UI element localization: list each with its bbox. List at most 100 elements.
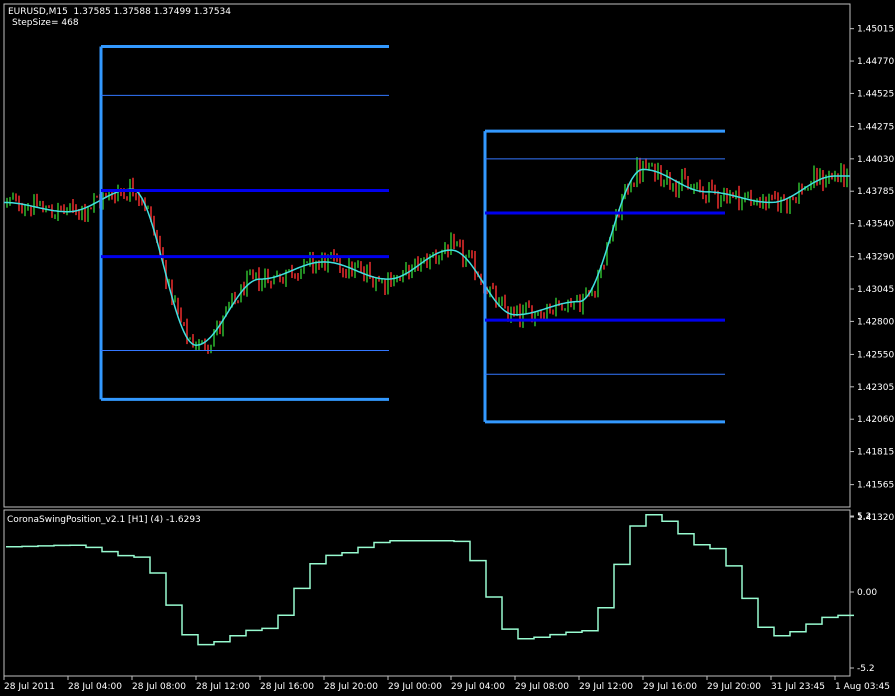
price-bar [807,187,809,191]
price-bar [672,183,674,192]
price-bar [768,193,770,209]
price-bar [135,192,137,201]
stepsize-label: StepSize= 468 [12,18,79,28]
price-bar [465,254,467,267]
price-bar [747,191,749,199]
price-bar [54,214,56,220]
price-bar [357,260,359,268]
price-tick-label: 1.43540 [857,220,894,230]
price-bar [111,191,113,200]
price-bar [786,198,788,214]
price-bar [84,203,86,222]
price-bar [9,197,11,206]
price-bar [270,280,272,289]
price-bar [501,296,503,307]
price-bar [249,269,251,276]
price-tick-label: 1.43045 [857,285,894,295]
price-tick-label: 1.41815 [857,448,894,458]
price-bar [495,285,497,308]
price-bar [522,304,524,328]
price-bar [15,193,17,202]
price-bar [24,204,26,217]
swing-box [99,45,389,401]
price-bar [840,163,842,183]
price-bar [297,272,299,281]
price-bar [210,344,212,354]
price-bar [750,189,752,206]
price-bar [681,168,683,192]
price-bar [321,252,323,268]
indicator-tick-label: 5.2 [857,512,871,522]
price-bar [774,190,776,200]
time-tick-label: 29 Jul 08:00 [515,682,569,692]
time-tick-label: 29 Jul 16:00 [643,682,697,692]
price-bar [30,205,32,217]
price-bar [552,309,554,315]
time-tick-label: 28 Jul 04:00 [68,682,122,692]
price-bar [816,167,818,186]
price-bar [180,307,182,323]
time-tick-label: 28 Jul 12:00 [196,682,250,692]
price-bar [96,195,98,198]
price-bar [603,264,605,270]
price-tick-label: 1.42305 [857,383,894,393]
price-tick-label: 1.44275 [857,122,894,132]
indicator-tick-label: 0.00 [857,588,877,598]
price-tick-label: 1.41565 [857,481,894,491]
price-bar [771,194,773,201]
price-bar [294,273,296,279]
price-bar [48,205,50,208]
price-bar [87,206,89,222]
price-bar [12,192,14,200]
price-bar [492,282,494,290]
price-bar [837,173,839,183]
price-bar [186,318,188,345]
price-bar [594,290,596,298]
price-bar [741,198,743,211]
symbol-header: EURUSD,M15 1.37585 1.37588 1.37499 1.375… [8,7,232,17]
price-bar [207,344,209,354]
price-bar [546,303,548,322]
price-bar [438,255,440,265]
time-tick-label: 28 Jul 16:00 [260,682,314,692]
price-bar [33,194,35,215]
price-bar [126,196,128,201]
price-bar [504,294,506,309]
price-bar [69,203,71,212]
price-bar [192,334,194,348]
price-bar [366,264,368,283]
price-bar [789,196,791,214]
time-tick-label: 28 Jul 20:00 [324,682,378,692]
price-bar [780,196,782,213]
price-bar [819,168,821,185]
price-bar [414,258,416,272]
indicator-tick-label: -5.2 [857,664,875,674]
price-bar [696,182,698,190]
price-bar [27,203,29,211]
price-bar [702,186,704,200]
price-tick-label: 1.45015 [857,25,894,35]
price-bar [660,165,662,187]
price-bar [822,170,824,192]
price-bar [642,160,644,183]
price-bar [792,196,794,201]
price-tick-label: 1.43290 [857,253,894,263]
price-bar [360,261,362,273]
price-bar [60,205,62,211]
price-bar [537,311,539,316]
price-bar [63,204,65,215]
price-tick-label: 1.42800 [857,317,894,327]
time-tick-label: 29 Jul 20:00 [707,682,761,692]
price-bar [267,268,269,284]
price-bar [651,162,653,167]
time-tick-label: 29 Jul 12:00 [579,682,633,692]
price-bar [567,299,569,313]
price-bar [387,272,389,295]
price-bar [519,303,521,328]
price-bar [735,190,737,200]
price-bar [456,241,458,247]
chart-canvas[interactable]: 1.45015 1.44770 1.44525 1.44275 1.44030 1.437… [0,0,895,696]
price-bar [117,184,119,202]
price-bar [663,179,665,188]
price-bar [723,187,725,202]
